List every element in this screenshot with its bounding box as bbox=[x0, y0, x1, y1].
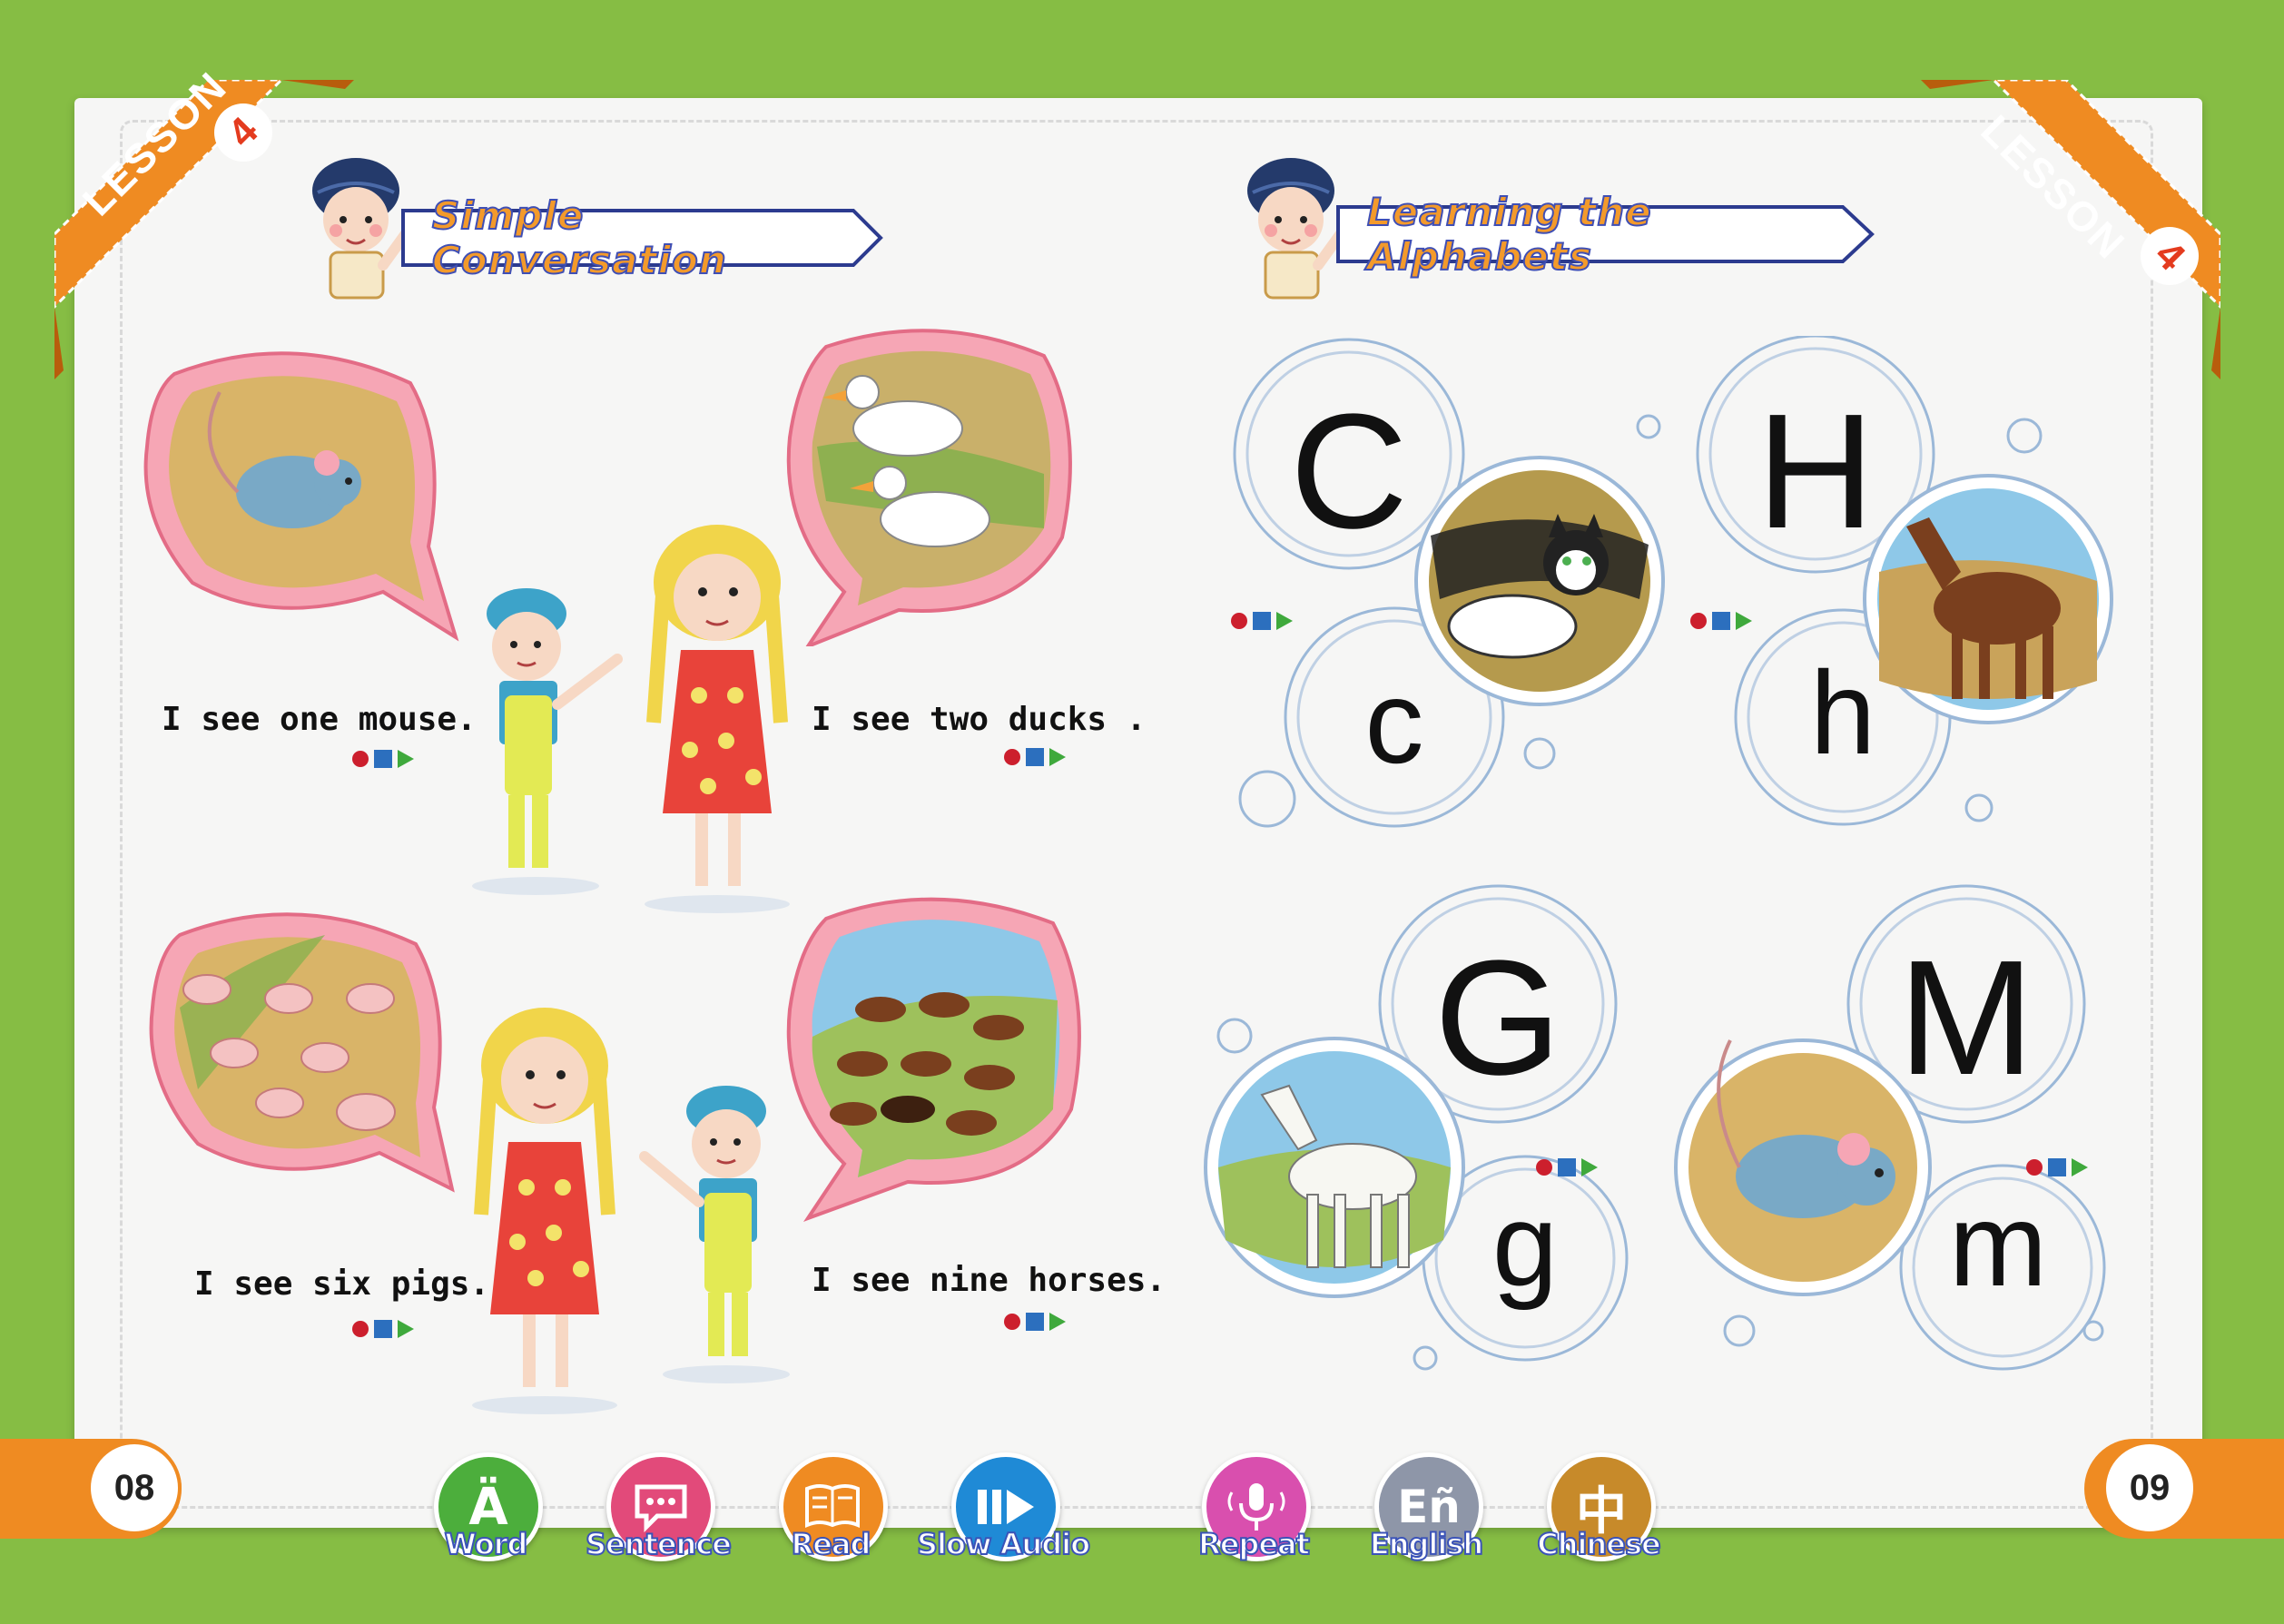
stop-icon[interactable] bbox=[1026, 1313, 1044, 1331]
page-title-simple-conversation: Simple Conversation bbox=[431, 192, 727, 283]
uppercase-letter: G bbox=[1433, 927, 1561, 1109]
record-icon[interactable] bbox=[2026, 1159, 2043, 1176]
girl-character-illustration bbox=[454, 997, 635, 1418]
page-number-tab-left: 08 bbox=[0, 1439, 182, 1539]
sentence-text[interactable]: I see nine horses. bbox=[812, 1262, 1166, 1299]
repeat-button[interactable]: Repeat bbox=[1186, 1452, 1322, 1580]
chinese-button[interactable]: 中 Chinese bbox=[1531, 1452, 1667, 1580]
section-title-left: Simple Conversation bbox=[399, 192, 890, 283]
letter-g-group[interactable]: G g bbox=[1189, 877, 1661, 1385]
stop-icon[interactable] bbox=[1558, 1158, 1576, 1176]
ducks-picture-bubble[interactable] bbox=[772, 320, 1089, 651]
play-icon[interactable] bbox=[1276, 612, 1293, 630]
record-icon[interactable] bbox=[1231, 613, 1247, 629]
play-icon[interactable] bbox=[1049, 748, 1066, 766]
section-title-right: Learning the Alphabets bbox=[1334, 189, 1879, 280]
slow-audio-button-label: Slow Audio bbox=[916, 1526, 1091, 1562]
audio-controls[interactable] bbox=[352, 750, 414, 768]
page-number-right: 09 bbox=[2102, 1441, 2197, 1535]
stop-icon[interactable] bbox=[374, 750, 392, 768]
pigs-picture-bubble[interactable] bbox=[143, 899, 461, 1211]
lowercase-letter: h bbox=[1809, 646, 1876, 779]
play-icon[interactable] bbox=[398, 1320, 414, 1338]
play-icon[interactable] bbox=[1581, 1158, 1598, 1176]
stop-icon[interactable] bbox=[2048, 1158, 2066, 1176]
lowercase-letter: c bbox=[1364, 655, 1424, 788]
cat-picture-circle bbox=[1414, 456, 1665, 706]
record-icon[interactable] bbox=[352, 751, 369, 767]
boy-character-illustration bbox=[635, 1075, 799, 1387]
record-icon[interactable] bbox=[1004, 1314, 1020, 1330]
audio-controls[interactable] bbox=[352, 1320, 414, 1338]
read-button-label: Read bbox=[791, 1526, 872, 1562]
letter-h-group[interactable]: H h bbox=[1679, 336, 2133, 844]
audio-controls[interactable] bbox=[1536, 1158, 1598, 1176]
record-icon[interactable] bbox=[1004, 749, 1020, 765]
record-icon[interactable] bbox=[1536, 1159, 1552, 1176]
boy-character-illustration bbox=[454, 577, 635, 899]
lowercase-letter: g bbox=[1491, 1178, 1559, 1311]
sentence-button-label: Sentence bbox=[585, 1526, 733, 1562]
play-icon[interactable] bbox=[398, 750, 414, 768]
stop-icon[interactable] bbox=[1253, 612, 1271, 630]
mouse-picture-bubble[interactable] bbox=[138, 338, 465, 650]
word-button[interactable]: Ä Word bbox=[418, 1452, 554, 1580]
record-icon[interactable] bbox=[1690, 613, 1707, 629]
page-number-left: 08 bbox=[87, 1441, 182, 1535]
audio-controls[interactable] bbox=[2026, 1158, 2088, 1176]
stop-icon[interactable] bbox=[374, 1320, 392, 1338]
page-number-tab-right: 09 bbox=[2084, 1439, 2284, 1539]
record-icon[interactable] bbox=[352, 1321, 369, 1337]
slow-audio-button[interactable]: Slow Audio bbox=[916, 1452, 1091, 1580]
lowercase-letter: m bbox=[1948, 1178, 2048, 1311]
uppercase-letter: M bbox=[1898, 927, 2034, 1109]
audio-controls[interactable] bbox=[1690, 612, 1752, 630]
play-icon[interactable] bbox=[2072, 1158, 2088, 1176]
chinese-button-label: Chinese bbox=[1536, 1526, 1661, 1562]
stop-icon[interactable] bbox=[1712, 612, 1730, 630]
sentence-button[interactable]: Sentence bbox=[585, 1452, 733, 1580]
letter-m-group[interactable]: M m bbox=[1667, 877, 2139, 1385]
uppercase-letter: C bbox=[1290, 380, 1408, 563]
play-icon[interactable] bbox=[1049, 1313, 1066, 1331]
page-title-learning-alphabets: Learning the Alphabets bbox=[1366, 189, 1652, 280]
play-icon[interactable] bbox=[1736, 612, 1752, 630]
sentence-text[interactable]: I see six pigs. bbox=[194, 1265, 489, 1303]
english-button[interactable]: Eñ English bbox=[1358, 1452, 1494, 1580]
sentence-text[interactable]: I see one mouse. bbox=[162, 701, 477, 738]
girl-character-illustration bbox=[626, 514, 808, 917]
audio-controls[interactable] bbox=[1004, 1313, 1066, 1331]
stop-icon[interactable] bbox=[1026, 748, 1044, 766]
word-button-label: Word bbox=[444, 1526, 529, 1562]
letter-c-group[interactable]: C c bbox=[1213, 336, 1685, 862]
uppercase-letter: H bbox=[1757, 380, 1875, 563]
horses-picture-bubble[interactable] bbox=[772, 882, 1098, 1231]
audio-controls[interactable] bbox=[1004, 748, 1066, 766]
repeat-button-label: Repeat bbox=[1197, 1526, 1311, 1562]
sentence-text[interactable]: I see two ducks . bbox=[812, 701, 1146, 738]
read-button[interactable]: Read bbox=[763, 1452, 899, 1580]
horse-picture-circle bbox=[1863, 474, 2113, 724]
english-button-label: English bbox=[1369, 1526, 1484, 1562]
audio-controls[interactable] bbox=[1231, 612, 1293, 630]
